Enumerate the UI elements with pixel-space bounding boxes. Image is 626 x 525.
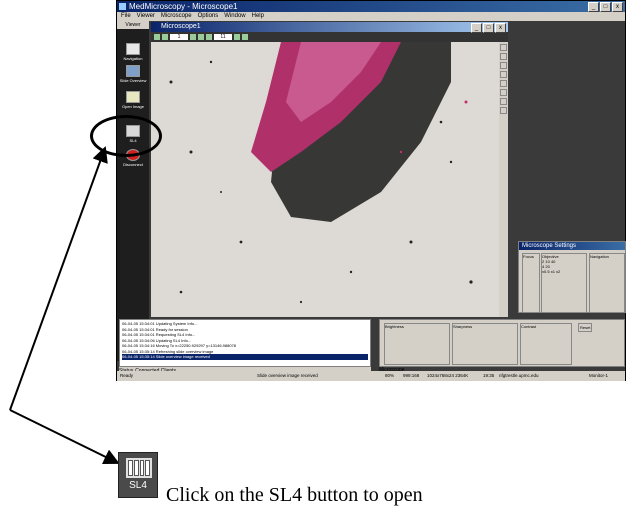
sl4-button-label: SL4 <box>129 480 147 491</box>
instruction-caption: Click on the SL4 button to open <box>166 484 423 506</box>
slide-loader-icon <box>126 458 152 478</box>
arrow-to-sl4-button <box>9 146 108 411</box>
sl4-button-enlarged: SL4 <box>118 452 158 498</box>
callout-arrows <box>9 146 120 465</box>
arrow-to-sl4-enlarged <box>9 409 120 465</box>
